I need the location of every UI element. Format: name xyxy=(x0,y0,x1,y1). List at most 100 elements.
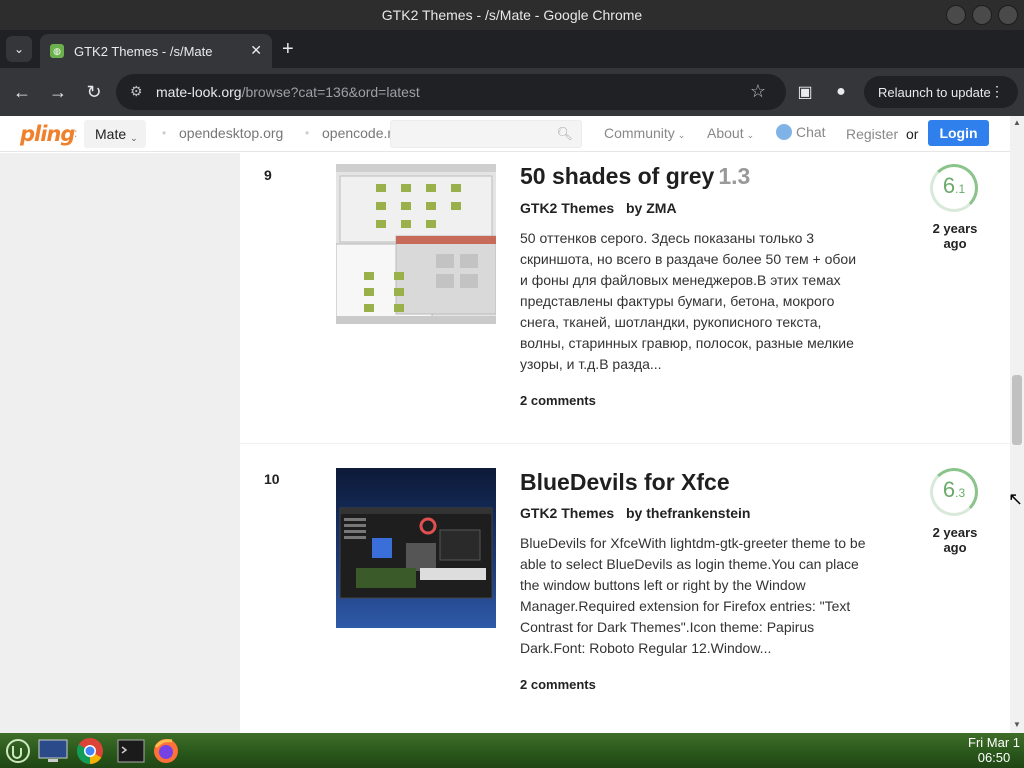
login-button[interactable]: Login xyxy=(928,120,989,146)
site-info-icon[interactable]: ⚙ xyxy=(130,83,143,100)
window-titlebar: GTK2 Themes - /s/Mate - Google Chrome xyxy=(0,0,1024,30)
register-link[interactable]: Register xyxy=(846,126,898,142)
link-dot: • xyxy=(162,126,167,140)
chrome-logo-icon xyxy=(76,738,103,765)
url-path: /browse?cat=136&ord=latest xyxy=(241,84,420,100)
firefox-logo-icon xyxy=(154,739,178,763)
terminal-icon[interactable] xyxy=(116,736,146,766)
taskbar: Fri Mar 1 06:50 xyxy=(0,733,1024,768)
forward-button[interactable]: → xyxy=(46,80,70,104)
item-rank: 10 xyxy=(264,471,280,487)
chevron-down-icon: ⌄ xyxy=(13,42,25,56)
score-minor: .1 xyxy=(955,182,966,196)
search-icon[interactable]: 🔍︎ xyxy=(556,126,573,142)
item-title: 50 shades of grey xyxy=(520,163,715,189)
link-dot: • xyxy=(305,126,310,140)
show-desktop-icon[interactable] xyxy=(38,736,68,766)
item-score-badge: 6.1 xyxy=(930,164,978,212)
new-tab-button[interactable]: + xyxy=(282,39,294,59)
chevron-down-icon: ⌄ xyxy=(677,130,686,140)
item-comments-link[interactable]: 2 comments xyxy=(520,677,596,692)
tab-search-button[interactable]: ⌄ xyxy=(6,36,32,62)
site-header: pling : Mate ⌄ • opendesktop.org • openco… xyxy=(0,116,1010,152)
page-viewport: pling : Mate ⌄ • opendesktop.org • openco… xyxy=(0,116,1024,733)
menu-logo-icon xyxy=(6,739,30,763)
address-bar[interactable]: ⚙ mate-look.org/browse?cat=136&ord=lates… xyxy=(116,74,786,110)
item-category-link[interactable]: GTK2 Themes xyxy=(520,200,614,216)
browser-toolbar: ← → ↻ ⚙ mate-look.org/browse?cat=136&ord… xyxy=(0,68,1024,116)
item-age: 2 years ago xyxy=(932,525,978,555)
firefox-icon[interactable] xyxy=(151,736,181,766)
reload-button[interactable]: ↻ xyxy=(82,80,106,104)
item-title: BlueDevils for Xfce xyxy=(520,469,730,495)
clock[interactable]: Fri Mar 1 06:50 xyxy=(968,735,1020,765)
bookmark-star-icon[interactable]: ☆ xyxy=(750,81,766,102)
row-divider xyxy=(240,443,1010,444)
store-label: Mate xyxy=(95,126,127,142)
chrome-icon[interactable] xyxy=(75,736,105,766)
chat-link[interactable]: Chat xyxy=(776,124,826,140)
item-description: 50 оттенков серого. Здесь показаны тольк… xyxy=(520,230,857,372)
chat-label: Chat xyxy=(796,124,826,140)
score-major: 6 xyxy=(942,173,956,198)
scrollbar-thumb[interactable] xyxy=(1012,375,1022,445)
terminal-window-icon xyxy=(117,739,145,763)
window-title: GTK2 Themes - /s/Mate - Google Chrome xyxy=(381,7,643,23)
relaunch-label: Relaunch to update xyxy=(878,84,991,100)
scroll-up-icon[interactable]: ▲ xyxy=(1013,118,1021,127)
item-score-badge: 6.3 xyxy=(930,468,978,516)
score-major: 6 xyxy=(942,477,956,502)
logo-separator: : xyxy=(74,126,78,140)
mouse-cursor-icon: ↖ xyxy=(1008,489,1024,509)
close-window-button[interactable] xyxy=(998,5,1018,25)
list-item: 9 50 shades of grey 1.3 GTK2 Themes by Z… xyxy=(240,153,1010,443)
site-favicon-icon: ◍ xyxy=(50,44,64,58)
chevron-down-icon: ⌄ xyxy=(746,130,755,140)
item-author-link[interactable]: by ZMA xyxy=(626,200,677,216)
item-age: 2 years ago xyxy=(932,221,978,251)
item-rank: 9 xyxy=(264,167,272,183)
scroll-down-icon[interactable]: ▼ xyxy=(1013,720,1021,729)
profile-icon[interactable]: ● xyxy=(830,81,852,103)
menu-community[interactable]: Community ⌄ xyxy=(604,125,685,141)
menu-about[interactable]: About ⌄ xyxy=(707,125,754,141)
item-description: BlueDevils for XfceWith lightdm-gtk-gree… xyxy=(520,535,866,656)
item-comments-link[interactable]: 2 comments xyxy=(520,393,596,408)
back-button[interactable]: ← xyxy=(10,80,34,104)
arrow-left-icon: ← xyxy=(13,81,31,102)
close-tab-icon[interactable]: ✕ xyxy=(250,42,262,59)
menu-community-label: Community xyxy=(604,125,675,141)
pling-logo[interactable]: pling xyxy=(20,122,75,146)
left-sidebar xyxy=(0,153,240,733)
site-search-input[interactable]: 🔍︎ xyxy=(390,120,582,148)
item-thumbnail[interactable] xyxy=(336,164,496,324)
mint-menu-icon[interactable] xyxy=(3,736,33,766)
maximize-button[interactable] xyxy=(972,5,992,25)
minimize-button[interactable] xyxy=(946,5,966,25)
item-title-link[interactable]: BlueDevils for Xfce xyxy=(520,469,730,496)
url-host: mate-look.org xyxy=(156,84,242,100)
clock-date: Fri Mar 1 xyxy=(968,735,1020,750)
tab-strip: ⌄ ◍ GTK2 Themes - /s/Mate ✕ + xyxy=(0,30,1024,68)
item-author-link[interactable]: by thefrankenstein xyxy=(626,505,750,521)
window-controls xyxy=(946,5,1018,25)
item-version: 1.3 xyxy=(718,163,751,189)
item-title-link[interactable]: 50 shades of grey 1.3 xyxy=(520,163,750,190)
link-opencode[interactable]: opencode.net xyxy=(322,125,390,141)
item-category-link[interactable]: GTK2 Themes xyxy=(520,505,614,521)
link-opendesktop[interactable]: opendesktop.org xyxy=(179,125,283,141)
arrow-right-icon: → xyxy=(49,81,67,102)
store-selector[interactable]: Mate ⌄ xyxy=(84,120,146,148)
vertical-scrollbar[interactable]: ▲ ▼ xyxy=(1010,116,1024,733)
relaunch-button[interactable]: Relaunch to update ⋮ xyxy=(864,76,1018,108)
chevron-down-icon: ⌄ xyxy=(130,132,138,143)
clock-time: 06:50 xyxy=(977,750,1011,765)
more-menu-icon[interactable]: ⋮ xyxy=(990,83,1004,100)
side-panel-icon[interactable]: ▣ xyxy=(794,81,816,103)
score-minor: .3 xyxy=(955,486,966,500)
tab-title: GTK2 Themes - /s/Mate xyxy=(74,43,213,59)
tab-gtk2-themes[interactable]: ◍ GTK2 Themes - /s/Mate ✕ xyxy=(40,34,272,68)
reload-icon: ↻ xyxy=(86,81,102,102)
or-text: or xyxy=(906,126,919,142)
item-thumbnail[interactable] xyxy=(336,468,496,628)
